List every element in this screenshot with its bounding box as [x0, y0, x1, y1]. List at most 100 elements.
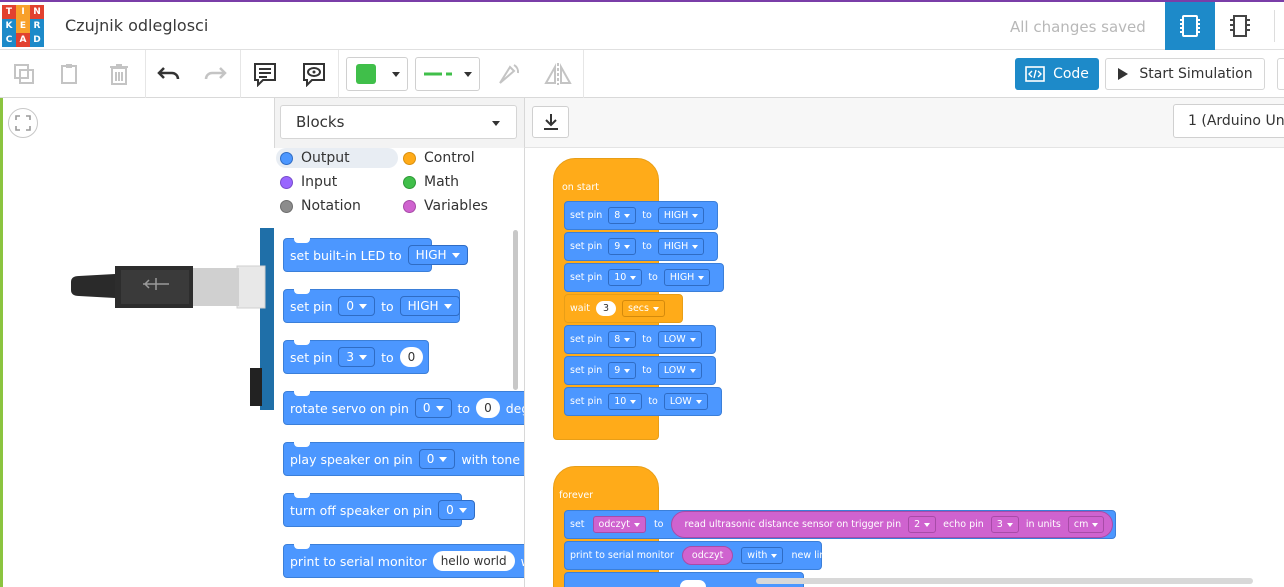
pin-dropdown[interactable]: 0	[438, 500, 475, 520]
category-control[interactable]: Control	[399, 148, 475, 168]
newline-dropdown[interactable]: with	[741, 547, 784, 564]
code-icon	[1025, 66, 1045, 82]
wire-color-dropdown[interactable]	[346, 57, 408, 91]
workspace-horizontal-scrollbar[interactable]	[756, 578, 1253, 584]
block-label: wait	[570, 303, 590, 314]
math-dot-icon	[403, 175, 416, 189]
board-selector[interactable]: 1 (Arduino Un	[1173, 104, 1284, 138]
block-label: print to serial monitor	[290, 553, 427, 569]
circuit-view-button[interactable]	[1165, 2, 1215, 50]
fit-view-button[interactable]	[8, 108, 38, 138]
pin-dropdown[interactable]: 0	[414, 398, 452, 418]
echo-pin-dropdown[interactable]: 3	[990, 516, 1019, 533]
pin-dropdown[interactable]: 0	[338, 296, 376, 316]
redo-button[interactable]	[199, 58, 231, 90]
block-turn-off-speaker[interactable]: turn off speaker on pin 0	[283, 493, 475, 527]
pin-dropdown[interactable]: 10	[608, 393, 643, 410]
pin-dropdown[interactable]: 8	[608, 331, 637, 348]
print-serial-block[interactable]: print to serial monitor odczyt with new …	[564, 541, 831, 570]
value-dropdown[interactable]: LOW	[657, 331, 702, 348]
pin-dropdown[interactable]: 10	[608, 269, 643, 286]
value-input[interactable]: 0	[476, 398, 500, 418]
block-set-pin-digital[interactable]: set pin 0 to HIGH	[283, 289, 460, 323]
block-label: rotate servo on pin	[290, 400, 409, 416]
value-dropdown[interactable]: HIGH	[657, 207, 705, 224]
value-input[interactable]: 0	[399, 347, 424, 367]
value-dropdown[interactable]: HIGH	[407, 245, 468, 265]
category-label: Input	[301, 174, 338, 190]
category-output[interactable]: Output	[276, 148, 398, 168]
project-title[interactable]: Czujnik odleglosci	[65, 16, 208, 35]
download-code-button[interactable]	[532, 106, 569, 138]
pin-dropdown[interactable]: 9	[608, 362, 637, 379]
variable-reporter[interactable]: odczyt	[681, 546, 734, 565]
code-workspace[interactable]: on start set pin 8 to HIGH set pin 9 to HIGH s…	[524, 148, 1284, 587]
blocks-mode-dropdown[interactable]: Blocks	[280, 105, 517, 139]
category-math[interactable]: Math	[399, 172, 459, 192]
set-pin-block[interactable]: set pin 8 to HIGH	[564, 201, 718, 230]
overflow-button[interactable]	[1277, 58, 1284, 90]
start-simulation-label: Start Simulation	[1139, 66, 1253, 82]
block-label: set pin	[290, 349, 333, 365]
block-palette: set built-in LED to HIGH set pin 0 to HIGH s…	[274, 228, 524, 587]
chevron-down-icon	[464, 72, 472, 77]
delete-button[interactable]	[103, 58, 135, 90]
logo-letter: N	[30, 5, 44, 19]
undo-button[interactable]	[153, 58, 185, 90]
block-rotate-servo[interactable]: rotate servo on pin 0 to 0 degre	[283, 391, 524, 425]
value-dropdown[interactable]: HIGH	[657, 238, 705, 255]
units-dropdown[interactable]: cm	[1067, 516, 1105, 533]
copy-button[interactable]	[8, 58, 40, 90]
paste-button[interactable]	[54, 58, 86, 90]
pin-dropdown[interactable]: 9	[608, 238, 637, 255]
circuit-canvas[interactable]	[3, 98, 274, 587]
palette-scrollbar[interactable]	[513, 230, 518, 390]
unit-dropdown[interactable]: secs	[622, 300, 665, 317]
notes-visibility-button[interactable]	[298, 58, 330, 90]
block-set-builtin-led[interactable]: set built-in LED to HIGH	[283, 238, 468, 272]
ultrasonic-sensor-reporter[interactable]: read ultrasonic distance sensor on trigg…	[671, 511, 1114, 538]
block-label: echo pin	[943, 519, 984, 530]
set-variable-block[interactable]: set odczyt to read ultrasonic distance s…	[564, 510, 1116, 539]
start-simulation-button[interactable]: Start Simulation	[1105, 58, 1265, 90]
code-button[interactable]: Code	[1015, 58, 1099, 90]
wire-type-dropdown[interactable]	[415, 57, 480, 91]
variable-dropdown[interactable]: odczyt	[592, 516, 646, 533]
value-input[interactable]: hello world	[432, 551, 515, 571]
trigger-pin-dropdown[interactable]: 2	[908, 516, 937, 533]
notes-button[interactable]	[249, 58, 281, 90]
rotate-button[interactable]	[493, 58, 525, 90]
schematic-view-button[interactable]	[1215, 2, 1265, 50]
flip-button[interactable]	[542, 58, 574, 90]
block-set-pin-analog[interactable]: set pin 3 to 0	[283, 340, 429, 374]
block-play-speaker[interactable]: play speaker on pin0with tone60	[283, 442, 524, 476]
set-pin-block[interactable]: set pin 8 to LOW	[564, 325, 716, 354]
top-bar: T I N K E R C A D Czujnik odleglosci All…	[0, 0, 1284, 50]
block-label: with tone	[461, 451, 521, 467]
wait-block[interactable]: wait 3 secs	[564, 294, 683, 323]
pin-dropdown[interactable]: 8	[608, 207, 637, 224]
category-notation[interactable]: Notation	[276, 196, 361, 216]
trash-icon	[110, 64, 128, 85]
category-label: Control	[424, 150, 475, 166]
wait-input[interactable]: 3	[595, 301, 617, 316]
value-dropdown[interactable]: LOW	[663, 393, 708, 410]
value-dropdown[interactable]: LOW	[657, 362, 702, 379]
block-print-serial[interactable]: print to serial monitorhello worldwit	[283, 544, 524, 578]
logo-letter: A	[16, 33, 30, 47]
tinkercad-logo[interactable]: T I N K E R C A D	[2, 5, 44, 47]
category-variables[interactable]: Variables	[399, 196, 488, 216]
set-pin-block[interactable]: set pin 9 to LOW	[564, 356, 716, 385]
value-dropdown[interactable]: HIGH	[399, 296, 460, 316]
set-pin-block[interactable]: set pin 10 to LOW	[564, 387, 722, 416]
set-pin-block[interactable]: set pin 9 to HIGH	[564, 232, 718, 261]
value-input[interactable]	[680, 579, 706, 587]
pin-dropdown[interactable]: 3	[338, 347, 376, 367]
block-label: set pin	[570, 241, 603, 252]
set-pin-block[interactable]: set pin 10 to HIGH	[564, 263, 724, 292]
category-label: Output	[301, 150, 350, 166]
notation-dot-icon	[280, 199, 293, 213]
category-input[interactable]: Input	[276, 172, 337, 192]
pin-dropdown[interactable]: 0	[418, 449, 456, 469]
value-dropdown[interactable]: HIGH	[663, 269, 711, 286]
